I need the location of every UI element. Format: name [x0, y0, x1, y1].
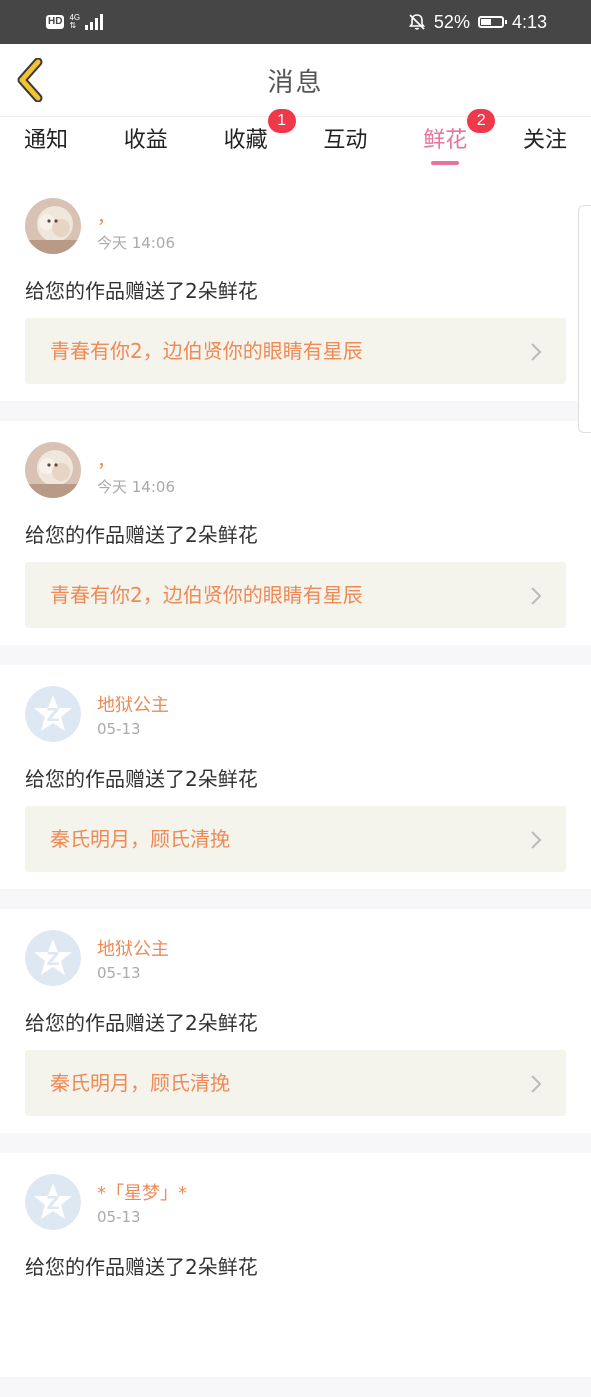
- tab-flowers[interactable]: 鲜花 2: [423, 109, 496, 177]
- sender-name[interactable]: 地狱公主: [97, 935, 169, 961]
- work-link[interactable]: 秦氏明月，顾氏清挽: [25, 806, 566, 872]
- message-card: Z *「星梦」* 05-13 给您的作品赠送了2朵鲜花: [0, 1153, 591, 1377]
- avatar[interactable]: [25, 198, 81, 254]
- tab-bar: 通知 收益 收藏 1 互动 鲜花 2 关注: [0, 109, 591, 177]
- tab-label: 鲜花: [423, 128, 468, 153]
- signal-icon: [85, 14, 104, 30]
- network-activity-icon: ⇅: [69, 21, 77, 30]
- work-link[interactable]: 青春有你2，边伯贤你的眼睛有星辰: [25, 562, 566, 628]
- work-title: 青春有你2，边伯贤你的眼睛有星辰: [50, 339, 363, 363]
- message-text: 给您的作品赠送了2朵鲜花: [25, 279, 258, 303]
- battery-icon: [477, 16, 507, 28]
- status-bar: HD 4G ⇅ 52% 4:13: [0, 0, 591, 44]
- message-time: 今天 14:06: [97, 234, 175, 252]
- tab-label: 互动: [323, 128, 368, 153]
- message-card: ， 今天 14:06 给您的作品赠送了2朵鲜花青春有你2，边伯贤你的眼睛有星辰: [0, 177, 591, 401]
- message-time: 05-13: [97, 964, 141, 982]
- work-link[interactable]: 秦氏明月，顾氏清挽: [25, 1050, 566, 1116]
- message-time: 05-13: [97, 720, 141, 738]
- avatar[interactable]: Z: [25, 686, 81, 742]
- message-card: Z 地狱公主 05-13 给您的作品赠送了2朵鲜花 秦氏明月，顾氏清挽: [0, 665, 591, 889]
- message-text: 给您的作品赠送了2朵鲜花: [25, 1011, 258, 1035]
- work-title: 青春有你2，边伯贤你的眼睛有星辰: [50, 583, 363, 607]
- battery-level: [480, 19, 492, 25]
- message-time: 今天 14:06: [97, 478, 175, 496]
- tab-label: 通知: [24, 128, 69, 153]
- avatar[interactable]: [25, 442, 81, 498]
- tab-favorites[interactable]: 收藏 1: [223, 109, 296, 177]
- sender-name[interactable]: ，: [97, 447, 115, 473]
- avatar[interactable]: Z: [25, 1174, 81, 1230]
- work-title: 秦氏明月，顾氏清挽: [50, 827, 230, 851]
- message-card: Z 地狱公主 05-13 给您的作品赠送了2朵鲜花 秦氏明月，顾氏清挽: [0, 909, 591, 1133]
- tab-label: 关注: [522, 128, 567, 153]
- message-time: 05-13: [97, 1208, 141, 1226]
- network-type: 4G ⇅: [69, 14, 80, 30]
- svg-text:Z: Z: [46, 1193, 59, 1214]
- mute-bell-icon: [408, 14, 426, 30]
- scroll-indicator[interactable]: [578, 205, 591, 433]
- message-text: 给您的作品赠送了2朵鲜花: [25, 1255, 258, 1279]
- avatar[interactable]: Z: [25, 930, 81, 986]
- work-title: 秦氏明月，顾氏清挽: [50, 1071, 230, 1095]
- hd-indicator: HD: [46, 15, 65, 29]
- page-title: 消息: [267, 68, 324, 98]
- message-text: 给您的作品赠送了2朵鲜花: [25, 523, 258, 547]
- header: 消息: [0, 44, 591, 117]
- tab-earnings[interactable]: 收益: [124, 117, 168, 177]
- status-right: 52% 4:13: [408, 12, 547, 33]
- clock: 4:13: [511, 11, 547, 32]
- sender-name[interactable]: ，: [97, 203, 115, 229]
- message-list: ，今天 14:06 给您的作品赠送了2朵鲜花 青春有你2，边伯贤你的眼睛有星辰，今天…: [0, 177, 591, 1397]
- tab-follows[interactable]: 关注: [523, 117, 567, 177]
- message-card: ， 今天 14:06 给您的作品赠送了2朵鲜花青春有你2，边伯贤你的眼睛有星辰: [0, 421, 591, 645]
- work-link[interactable]: 青春有你2，边伯贤你的眼睛有星辰: [25, 318, 566, 384]
- unread-badge: 2: [467, 109, 496, 133]
- sender-name[interactable]: 地狱公主: [97, 691, 169, 717]
- sender-name[interactable]: *「星梦」*: [97, 1179, 187, 1205]
- svg-text:Z: Z: [46, 949, 59, 970]
- active-tab-underline: [431, 161, 460, 165]
- svg-text:Z: Z: [46, 705, 59, 726]
- tab-notifications[interactable]: 通知: [24, 117, 68, 177]
- unread-badge: 1: [267, 109, 296, 133]
- status-left: HD 4G ⇅: [46, 14, 105, 30]
- tab-interactions[interactable]: 互动: [323, 117, 367, 177]
- message-text: 给您的作品赠送了2朵鲜花: [25, 767, 258, 791]
- battery-percent: 52%: [433, 11, 470, 32]
- tab-label: 收藏: [223, 128, 268, 153]
- tab-label: 收益: [123, 128, 168, 153]
